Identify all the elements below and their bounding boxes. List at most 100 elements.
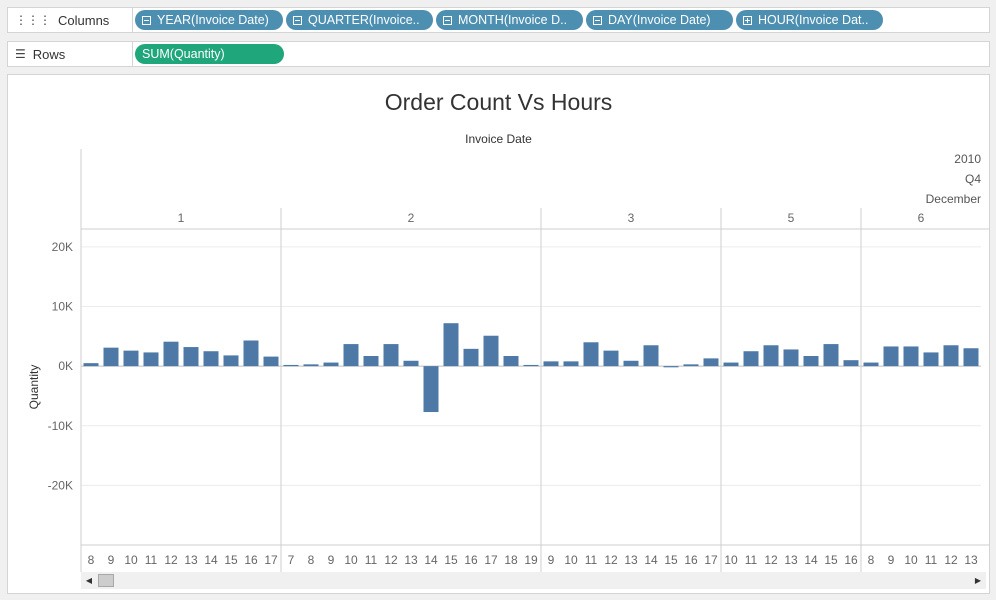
bar[interactable]	[483, 335, 499, 367]
bar[interactable]	[783, 349, 799, 367]
bar[interactable]	[243, 340, 259, 367]
collapse-icon	[293, 15, 302, 25]
y-tick-label: -20K	[48, 478, 73, 492]
hour-tick-label: 9	[328, 553, 335, 567]
horizontal-scrollbar[interactable]: ◀ ▶	[81, 572, 986, 589]
hour-tick-label: 16	[684, 553, 698, 567]
bar[interactable]	[863, 362, 879, 367]
hour-tick-label: 15	[824, 553, 838, 567]
hour-tick-label: 14	[804, 553, 818, 567]
hour-tick-label: 12	[164, 553, 178, 567]
hour-tick-label: 8	[868, 553, 875, 567]
bar[interactable]	[183, 347, 199, 367]
bar[interactable]	[443, 323, 459, 367]
bar[interactable]	[943, 345, 959, 367]
bar[interactable]	[723, 362, 739, 367]
bar[interactable]	[143, 352, 159, 367]
hour-tick-label: 14	[204, 553, 218, 567]
bar[interactable]	[423, 366, 439, 413]
bar[interactable]	[303, 364, 319, 367]
column-pill-1[interactable]: QUARTER(Invoice..	[286, 10, 433, 30]
hour-tick-label: 15	[444, 553, 458, 567]
bar[interactable]	[703, 358, 719, 367]
bar[interactable]	[283, 364, 299, 367]
bar[interactable]	[343, 344, 359, 367]
day-label: 3	[628, 211, 635, 225]
bar[interactable]	[843, 360, 859, 367]
hour-tick-label: 9	[888, 553, 895, 567]
column-pill-4[interactable]: HOUR(Invoice Dat..	[736, 10, 883, 30]
hour-tick-label: 11	[365, 553, 378, 567]
scroll-right-icon[interactable]: ▶	[970, 572, 986, 589]
hour-tick-label: 18	[504, 553, 518, 567]
bar[interactable]	[323, 362, 339, 367]
bar[interactable]	[83, 363, 99, 367]
hour-tick-label: 11	[745, 553, 758, 567]
hour-tick-label: 13	[184, 553, 198, 567]
day-label: 6	[918, 211, 925, 225]
hour-tick-label: 10	[564, 553, 578, 567]
collapse-icon	[443, 15, 452, 25]
bar[interactable]	[963, 348, 979, 367]
bar[interactable]	[883, 346, 899, 367]
bar[interactable]	[643, 345, 659, 367]
column-pill-2[interactable]: MONTH(Invoice D..	[436, 10, 583, 30]
bar[interactable]	[503, 355, 519, 367]
column-pill-3[interactable]: DAY(Invoice Date)	[586, 10, 733, 30]
bar[interactable]	[403, 360, 419, 367]
collapse-icon	[142, 15, 151, 25]
day-label: 2	[408, 211, 415, 225]
rows-pills: SUM(Quantity)	[135, 44, 284, 64]
column-pill-0[interactable]: YEAR(Invoice Date)	[135, 10, 283, 30]
hour-tick-label: 10	[724, 553, 738, 567]
bar[interactable]	[563, 361, 579, 367]
hour-tick-label: 16	[844, 553, 858, 567]
hour-tick-label: 19	[524, 553, 538, 567]
bar[interactable]	[903, 346, 919, 367]
hour-tick-label: 15	[224, 553, 238, 567]
bar[interactable]	[683, 364, 699, 367]
scroll-thumb[interactable]	[98, 574, 114, 587]
rows-label: Rows	[32, 46, 66, 62]
bar[interactable]	[363, 355, 379, 367]
bar[interactable]	[823, 344, 839, 367]
bar[interactable]	[383, 344, 399, 367]
bar[interactable]	[463, 348, 479, 367]
hour-tick-label: 15	[664, 553, 678, 567]
bar[interactable]	[263, 356, 279, 367]
hour-tick-label: 8	[308, 553, 315, 567]
bar[interactable]	[223, 355, 239, 367]
bar[interactable]	[743, 351, 759, 367]
bar[interactable]	[123, 350, 139, 367]
bar[interactable]	[583, 342, 599, 367]
column-pill-label: HOUR(Invoice Dat..	[758, 13, 869, 27]
sum-quantity-pill[interactable]: SUM(Quantity)	[135, 44, 284, 64]
day-label: 5	[788, 211, 795, 225]
hour-tick-label: 11	[585, 553, 598, 567]
bar[interactable]	[203, 351, 219, 367]
bar[interactable]	[923, 352, 939, 367]
columns-shelf: ⋮⋮⋮ Columns YEAR(Invoice Date) QUARTER(In…	[7, 7, 990, 33]
bar[interactable]	[523, 364, 539, 367]
hour-tick-label: 12	[764, 553, 778, 567]
hour-tick-label: 16	[244, 553, 258, 567]
hour-tick-label: 17	[264, 553, 278, 567]
hour-tick-label: 7	[288, 553, 295, 567]
bar[interactable]	[623, 360, 639, 367]
y-tick-label: -10K	[48, 419, 73, 433]
bar[interactable]	[663, 366, 679, 368]
rows-shelf: ☰ Rows SUM(Quantity)	[7, 41, 990, 67]
bar[interactable]	[803, 355, 819, 367]
bar[interactable]	[763, 345, 779, 367]
collapse-icon	[593, 15, 602, 25]
bar[interactable]	[103, 347, 119, 367]
hour-tick-label: 13	[784, 553, 798, 567]
y-tick-label: 10K	[52, 300, 73, 314]
day-label: 1	[178, 211, 185, 225]
y-axis-label: Quantity	[27, 365, 41, 410]
bar[interactable]	[603, 350, 619, 367]
bar[interactable]	[543, 361, 559, 367]
hour-tick-label: 16	[464, 553, 478, 567]
scroll-left-icon[interactable]: ◀	[81, 572, 97, 589]
bar[interactable]	[163, 341, 179, 367]
